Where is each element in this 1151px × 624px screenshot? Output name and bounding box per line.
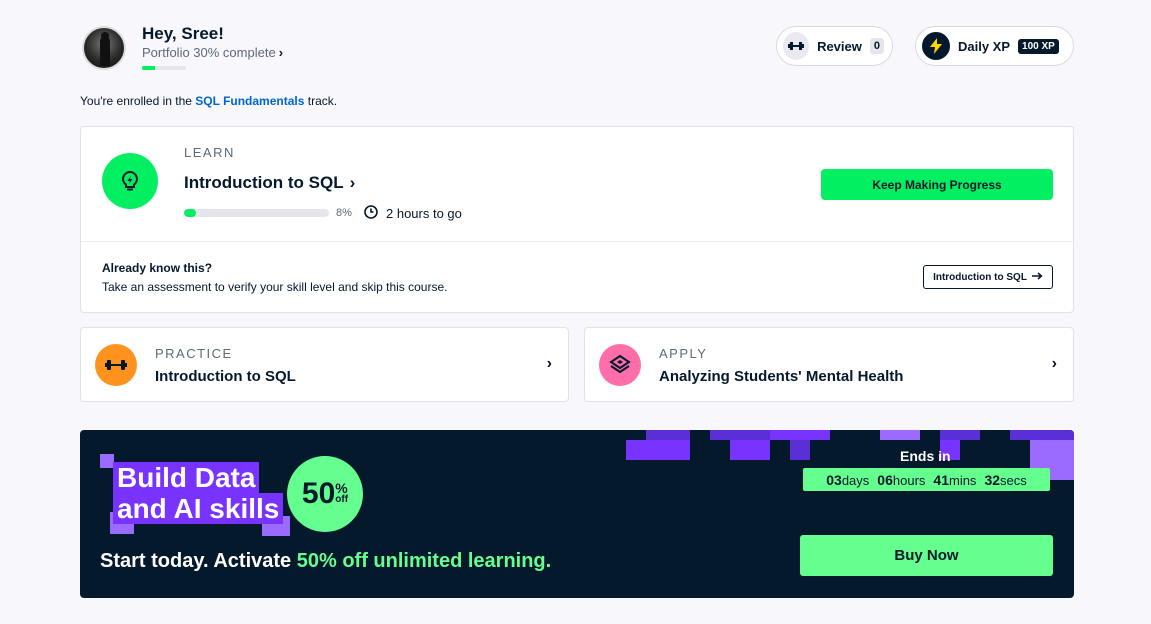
countdown-timer: 03days 06hours 41mins 32secs [803, 468, 1050, 491]
headline-line-1: Build Data [113, 462, 260, 493]
already-know-title: Already know this? [102, 261, 213, 275]
buy-now-button[interactable]: Buy Now [800, 535, 1053, 576]
time-remaining: 2 hours to go [364, 205, 462, 222]
portfolio-text: Portfolio 30% complete [142, 45, 276, 60]
assessment-description: Take an assessment to verify your skill … [102, 280, 448, 294]
countdown-mins: 41 [933, 471, 949, 488]
track-link[interactable]: SQL Fundamentals [195, 94, 304, 108]
review-button[interactable]: Review 0 [776, 26, 893, 66]
review-label: Review [817, 38, 862, 54]
take-assessment-button[interactable]: Introduction to SQL [923, 265, 1053, 289]
countdown-mins-unit: mins [948, 472, 977, 488]
dumbbell-icon [783, 32, 810, 60]
countdown-hours-unit: hours [892, 472, 926, 488]
countdown-secs-unit: secs [1000, 472, 1027, 488]
greeting: Hey, Sree! [142, 24, 224, 43]
review-count-badge: 0 [869, 38, 884, 54]
promo-headline: Build Data and AI skills [113, 462, 284, 524]
portfolio-progress-bar [142, 66, 186, 70]
ends-in-label: Ends in [900, 448, 951, 464]
layers-icon [599, 344, 641, 386]
course-progress-bar [184, 209, 329, 217]
apply-card[interactable]: APPLY Analyzing Students' Mental Health … [584, 327, 1074, 402]
keep-making-progress-button[interactable]: Keep Making Progress [821, 169, 1053, 200]
promo-banner: Build Data and AI skills 50 % off Start … [80, 430, 1074, 598]
promo-subtitle-prefix: Start today. Activate [100, 550, 292, 572]
countdown-hours: 06 [877, 471, 893, 488]
headline-line-2: and AI skills [113, 493, 284, 524]
enrolled-track-text: You're enrolled in the SQL Fundamentals … [80, 94, 337, 108]
practice-tag: PRACTICE [155, 346, 233, 361]
promo-subtitle-highlight: 50% off unlimited learning. [296, 550, 552, 572]
countdown-days: 03 [826, 471, 842, 488]
divider [81, 241, 1073, 242]
daily-xp-label: Daily XP [958, 38, 1011, 54]
learn-tag: LEARN [184, 145, 235, 160]
lightbulb-icon [102, 153, 158, 209]
chevron-right-icon: › [278, 45, 284, 60]
chevron-right-icon: › [1051, 355, 1057, 372]
chevron-right-icon: › [546, 355, 552, 372]
enrolled-prefix: You're enrolled in the [80, 94, 192, 108]
assessment-button-label: Introduction to SQL [933, 271, 1027, 283]
clock-icon [364, 205, 378, 222]
discount-percent: % [335, 480, 348, 496]
countdown-days-unit: days [841, 472, 870, 488]
course-progress-percent: 8% [336, 207, 352, 219]
portfolio-link[interactable]: Portfolio 30% complete › [142, 45, 283, 60]
chevron-right-icon: › [349, 173, 356, 192]
enrolled-suffix: track. [307, 94, 338, 108]
discount-badge: 50 % off [287, 456, 363, 532]
avatar[interactable] [82, 26, 126, 70]
promo-subtitle: Start today. Activate 50% off unlimited … [100, 550, 551, 573]
dumbbell-icon [95, 344, 137, 386]
learn-course-link[interactable]: Introduction to SQL › [184, 173, 355, 193]
countdown-secs: 32 [984, 471, 1001, 488]
daily-xp-button[interactable]: Daily XP 100 XP [915, 26, 1074, 66]
apply-tag: APPLY [659, 346, 708, 361]
xp-badge: 100 XP [1018, 38, 1059, 54]
learn-course-title: Introduction to SQL [184, 173, 344, 192]
practice-card[interactable]: PRACTICE Introduction to SQL › [80, 327, 569, 402]
time-remaining-text: 2 hours to go [386, 206, 462, 221]
learn-card: LEARN Introduction to SQL › 8% 2 hours t… [80, 126, 1074, 313]
discount-number: 50 [301, 477, 336, 510]
arrow-right-icon [1031, 271, 1043, 283]
discount-off: off [335, 494, 349, 505]
header: Hey, Sree! Portfolio 30% complete › Revi… [80, 24, 1074, 74]
apply-title: Analyzing Students' Mental Health [659, 368, 904, 385]
practice-title: Introduction to SQL [155, 368, 296, 385]
lightning-icon [922, 32, 950, 60]
